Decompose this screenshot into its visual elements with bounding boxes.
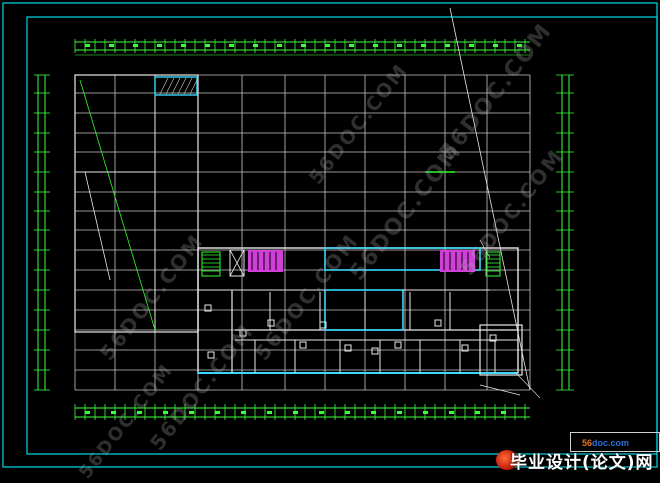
stair-fill bbox=[440, 250, 475, 272]
dimension-text-mark bbox=[423, 411, 428, 414]
stray-line bbox=[449, 7, 531, 391]
dimension-text-mark bbox=[181, 44, 186, 47]
dimension-text-mark bbox=[445, 44, 450, 47]
column bbox=[394, 341, 402, 349]
column bbox=[267, 319, 275, 327]
dimension-text-mark bbox=[277, 44, 282, 47]
dimension-text-mark bbox=[319, 411, 324, 414]
stair-green bbox=[485, 251, 501, 277]
column bbox=[371, 347, 379, 355]
floor-plan bbox=[74, 7, 541, 399]
stair-green bbox=[201, 251, 221, 277]
dimension-text-mark bbox=[229, 44, 234, 47]
hatch-line bbox=[165, 77, 175, 95]
dimension-text-mark bbox=[133, 44, 138, 47]
dimension-text-mark bbox=[241, 411, 246, 414]
column bbox=[207, 351, 215, 359]
stray-line bbox=[514, 371, 541, 399]
dimension-text-mark bbox=[293, 411, 298, 414]
column bbox=[299, 341, 307, 349]
hatch-line bbox=[159, 77, 169, 95]
column bbox=[239, 329, 247, 337]
dimension-text-mark bbox=[109, 44, 114, 47]
dimension-text-mark bbox=[373, 44, 378, 47]
hatch-line bbox=[171, 77, 181, 95]
dimension-text-mark bbox=[449, 411, 454, 414]
stray-line bbox=[479, 239, 491, 259]
dimension-text-mark bbox=[469, 44, 474, 47]
dimension-text-mark bbox=[345, 411, 350, 414]
dimension-text-mark bbox=[215, 411, 220, 414]
dimension-text-mark bbox=[189, 411, 194, 414]
dimension-text-mark bbox=[475, 411, 480, 414]
dimension-text-mark bbox=[111, 411, 116, 414]
dimension-text-mark bbox=[85, 44, 90, 47]
cad-drawing-canvas[interactable] bbox=[0, 0, 660, 470]
hatch-line bbox=[183, 77, 193, 95]
dimension-text-mark bbox=[421, 44, 426, 47]
dimension-text-mark bbox=[517, 44, 522, 47]
dimension-text-mark bbox=[371, 411, 376, 414]
dimension-text-mark bbox=[501, 411, 506, 414]
dimension-text-mark bbox=[325, 44, 330, 47]
dimension-text-mark bbox=[157, 44, 162, 47]
dimension-text-mark bbox=[267, 411, 272, 414]
dimension-text-mark bbox=[301, 44, 306, 47]
site-logo[interactable]: 56doc.com 毕业设计(论文)网 bbox=[496, 438, 660, 473]
dimension-text-mark bbox=[253, 44, 258, 47]
left-block-outline bbox=[74, 74, 199, 333]
left-block-diagonal bbox=[84, 171, 111, 281]
logo-site-url: 56doc.com bbox=[582, 438, 630, 448]
column bbox=[434, 319, 442, 327]
dimension-text-mark bbox=[137, 411, 142, 414]
dimension-text-mark bbox=[397, 411, 402, 414]
axis-grid bbox=[74, 74, 531, 391]
dimension-text-mark bbox=[493, 44, 498, 47]
stair-fill bbox=[248, 250, 283, 272]
dimension-text-mark bbox=[349, 44, 354, 47]
left-block-diagonal bbox=[79, 79, 156, 331]
outer-frame bbox=[2, 2, 658, 468]
hatch-line bbox=[177, 77, 187, 95]
dimension-text-mark bbox=[85, 411, 90, 414]
dimension-text-mark bbox=[205, 44, 210, 47]
dimension-text-mark bbox=[397, 44, 402, 47]
logo-title: 毕业设计(论文)网 bbox=[510, 453, 654, 473]
dimension-text-mark bbox=[163, 411, 168, 414]
